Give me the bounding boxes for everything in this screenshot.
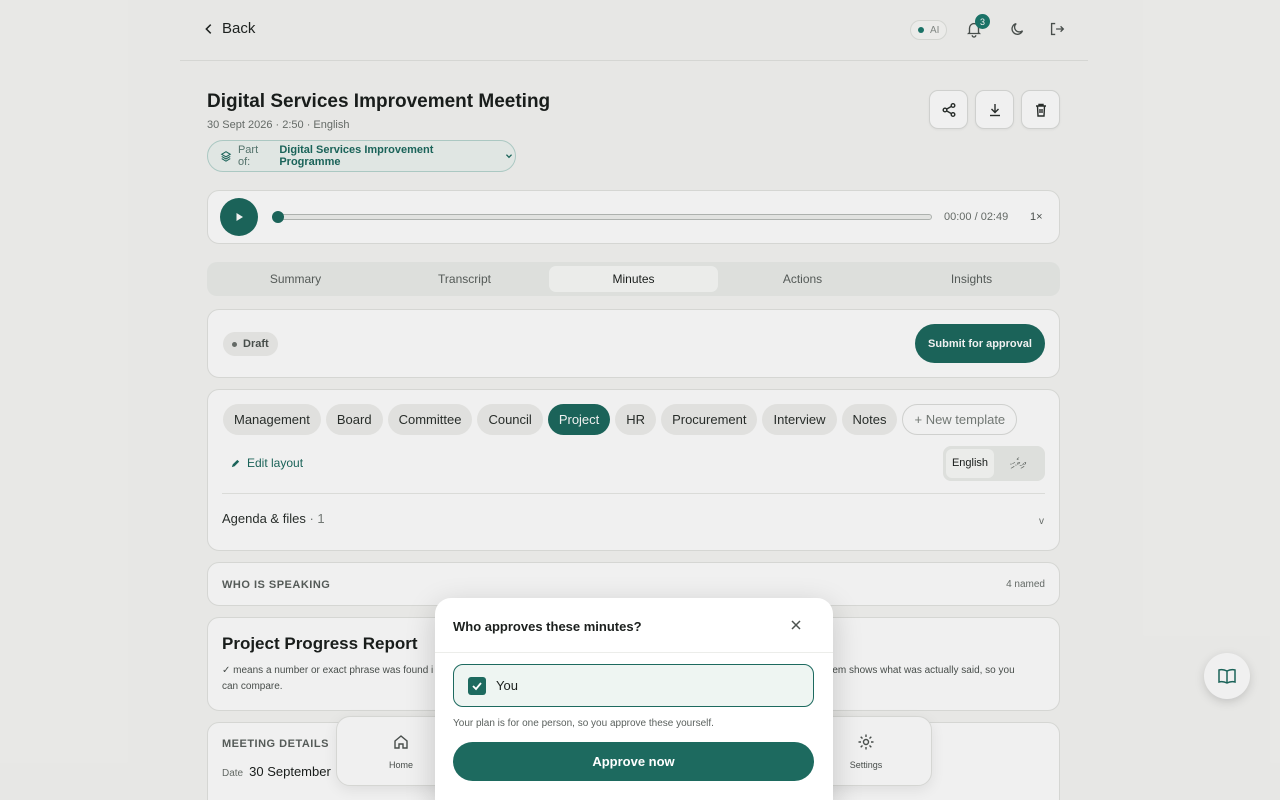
- approve-now-button[interactable]: Approve now: [453, 742, 814, 781]
- approver-option-label: You: [496, 678, 518, 693]
- check-icon: [472, 681, 482, 690]
- approver-dialog: Who approves these minutes? You Your pla…: [435, 598, 833, 800]
- dialog-title: Who approves these minutes?: [453, 619, 642, 634]
- approver-option-you[interactable]: You: [453, 664, 814, 707]
- checkbox-checked[interactable]: [468, 676, 486, 695]
- dialog-divider: [435, 652, 833, 653]
- close-icon[interactable]: [789, 618, 803, 632]
- meeting-page: Back AI 3 Digital Services Improvement M…: [0, 0, 1280, 800]
- dialog-hint: Your plan is for one person, so you appr…: [453, 718, 714, 729]
